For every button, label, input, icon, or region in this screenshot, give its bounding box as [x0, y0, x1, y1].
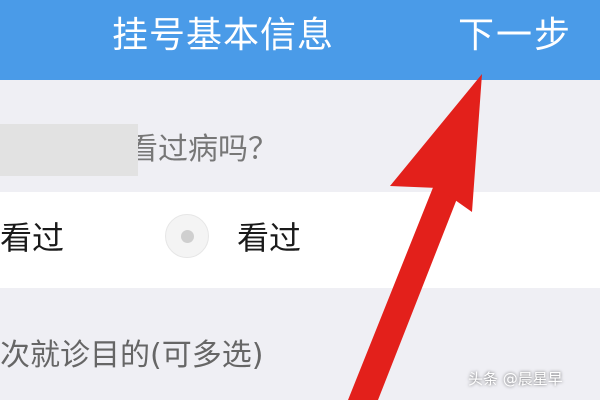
red-arrow-annotation [348, 74, 482, 400]
arrow-shaft [348, 180, 462, 400]
watermark-text: 头条 @晨星早 [468, 370, 563, 388]
